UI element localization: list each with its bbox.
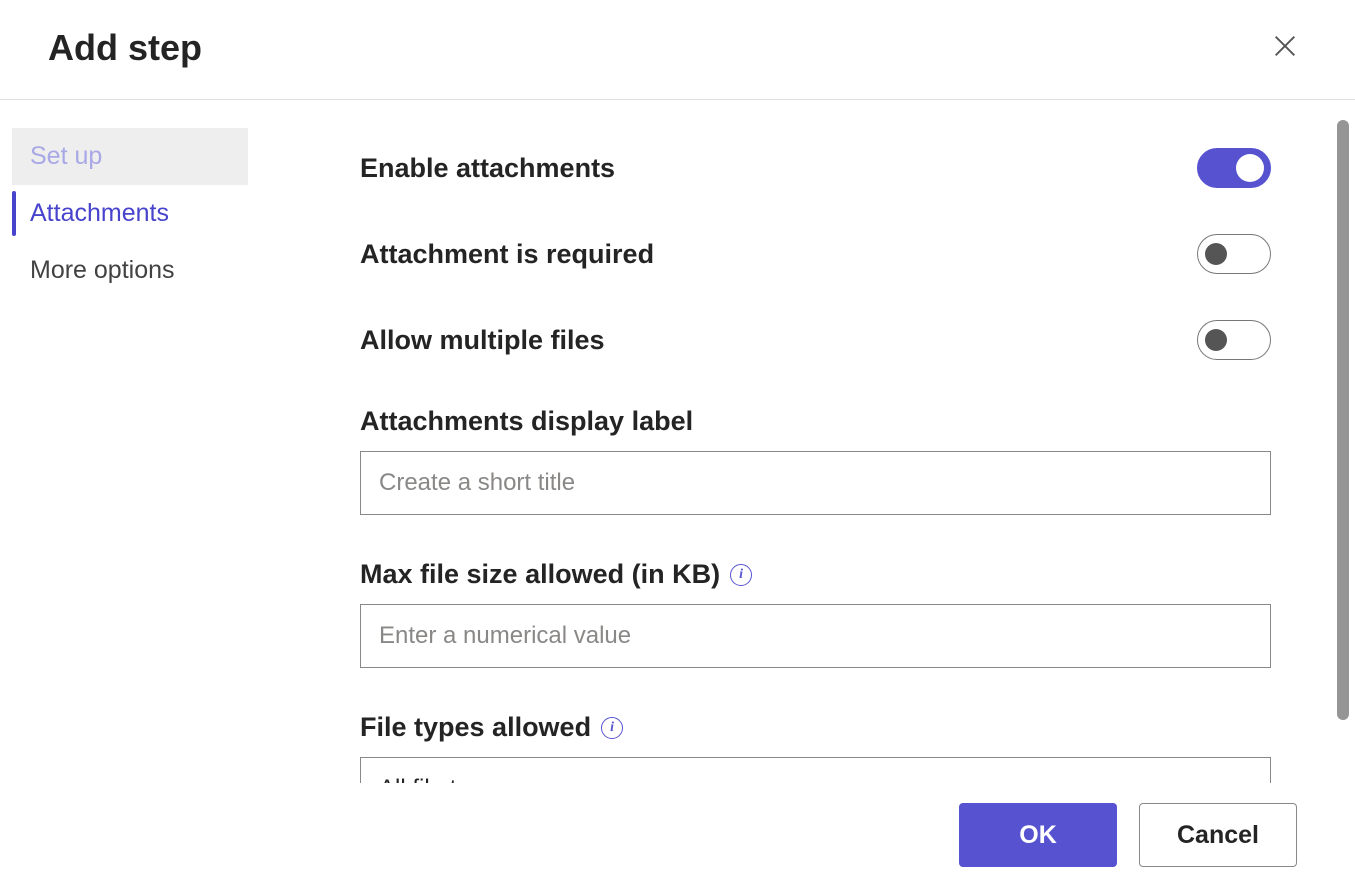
toggle-knob	[1236, 154, 1264, 182]
label-attachment-required: Attachment is required	[360, 239, 654, 270]
label-max-size: Max file size allowed (in KB) i	[360, 559, 1271, 590]
sidebar-item-label: Attachments	[30, 199, 169, 227]
cancel-button[interactable]: Cancel	[1139, 803, 1297, 867]
content-wrap: Enable attachments Attachment is require…	[260, 100, 1355, 783]
sidebar-item-label: More options	[30, 256, 175, 284]
label-display-label: Attachments display label	[360, 406, 1271, 437]
label-enable-attachments: Enable attachments	[360, 153, 615, 184]
ok-button[interactable]: OK	[959, 803, 1117, 867]
field-display-label: Attachments display label	[360, 406, 1271, 515]
label-file-types: File types allowed i	[360, 712, 1271, 743]
select-file-types[interactable]: All file types	[360, 757, 1271, 783]
add-step-dialog: Add step Set up Attachments More options…	[0, 0, 1355, 895]
toggle-knob	[1205, 243, 1227, 265]
dialog-title: Add step	[48, 27, 202, 69]
field-max-size: Max file size allowed (in KB) i	[360, 559, 1271, 668]
label-file-types-text: File types allowed	[360, 712, 591, 743]
select-file-types-value: All file types	[379, 775, 507, 783]
input-max-size[interactable]	[360, 604, 1271, 668]
toggle-knob	[1205, 329, 1227, 351]
dialog-footer: OK Cancel	[0, 783, 1355, 895]
sidebar-item-label: Set up	[30, 142, 102, 170]
toggle-allow-multiple[interactable]	[1197, 320, 1271, 360]
dialog-header: Add step	[0, 0, 1355, 100]
sidebar: Set up Attachments More options	[0, 100, 260, 783]
content: Enable attachments Attachment is require…	[260, 100, 1331, 783]
label-max-size-text: Max file size allowed (in KB)	[360, 559, 720, 590]
sidebar-item-attachments[interactable]: Attachments	[12, 185, 248, 242]
info-icon[interactable]: i	[601, 717, 623, 739]
scrollbar[interactable]	[1337, 120, 1349, 720]
label-allow-multiple: Allow multiple files	[360, 325, 605, 356]
close-icon	[1271, 32, 1299, 60]
info-icon[interactable]: i	[730, 564, 752, 586]
row-attachment-required: Attachment is required	[360, 234, 1271, 274]
sidebar-item-more-options[interactable]: More options	[12, 242, 248, 299]
dialog-body: Set up Attachments More options Enable a…	[0, 100, 1355, 783]
toggle-attachment-required[interactable]	[1197, 234, 1271, 274]
sidebar-item-setup[interactable]: Set up	[12, 128, 248, 185]
chevron-down-icon	[1234, 780, 1252, 783]
row-allow-multiple: Allow multiple files	[360, 320, 1271, 360]
toggle-enable-attachments[interactable]	[1197, 148, 1271, 188]
close-button[interactable]	[1263, 24, 1307, 71]
row-enable-attachments: Enable attachments	[360, 148, 1271, 188]
input-display-label[interactable]	[360, 451, 1271, 515]
field-file-types: File types allowed i All file types	[360, 712, 1271, 783]
